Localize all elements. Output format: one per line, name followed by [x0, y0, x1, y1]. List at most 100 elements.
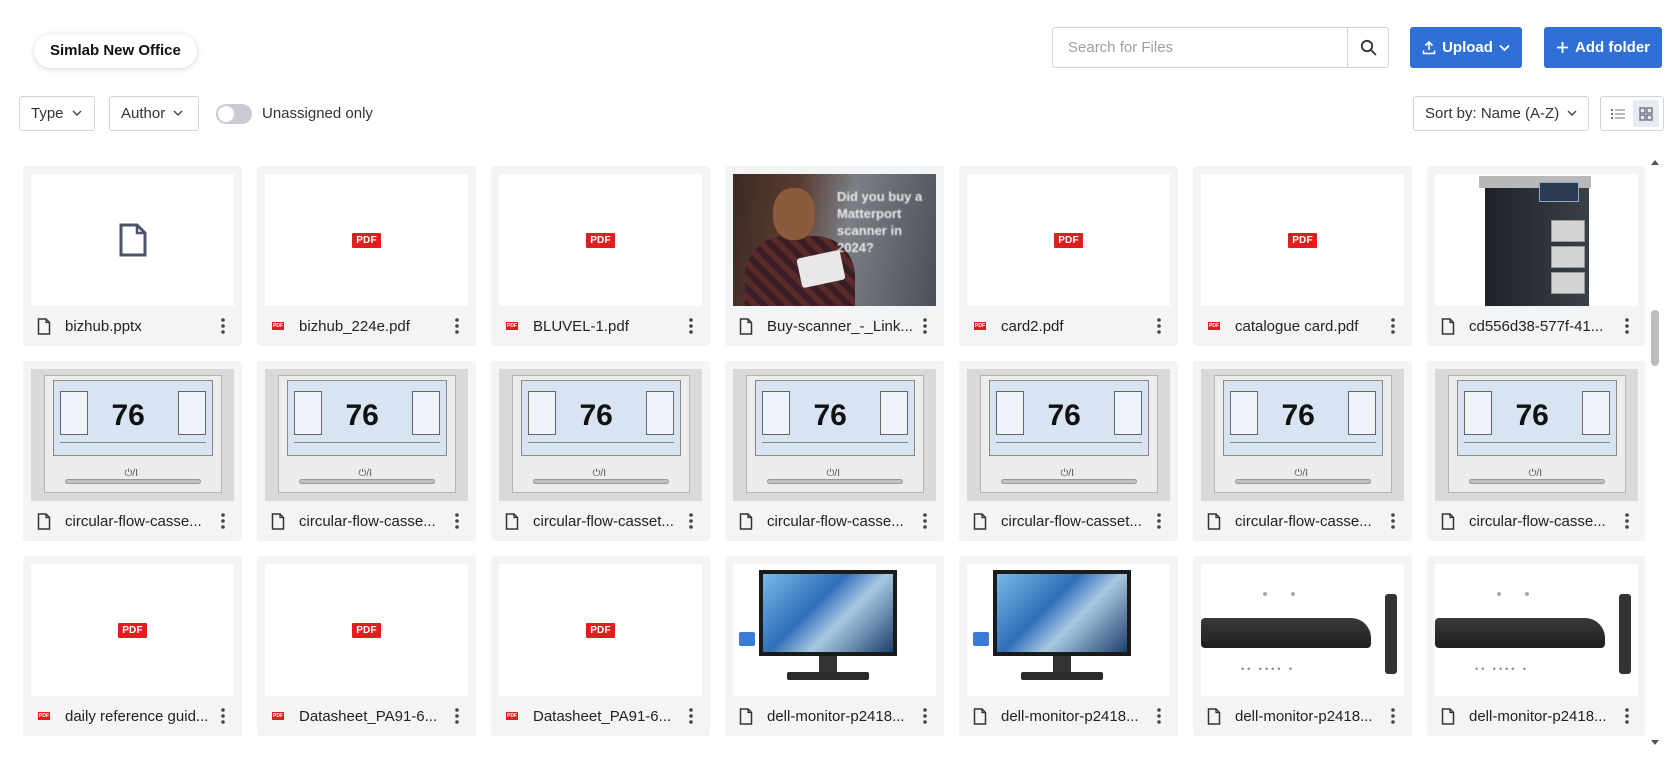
- file-thumbnail: Did you buy a Matterport scanner in 2024…: [733, 174, 936, 306]
- chevron-down-icon: [1567, 110, 1577, 116]
- file-card-footer: PDF daily reference guid...: [23, 696, 242, 736]
- more-options-icon[interactable]: [1148, 703, 1170, 729]
- more-options-icon[interactable]: [212, 508, 234, 534]
- file-thumbnail: PDF: [265, 564, 468, 696]
- file-card[interactable]: 76 ⏻/I circular-flow-casse...: [23, 361, 242, 541]
- thumbnail-image: [1435, 174, 1638, 306]
- file-thumbnail: 76 ⏻/I: [1201, 369, 1404, 501]
- add-folder-button[interactable]: Add folder: [1544, 27, 1662, 68]
- file-card[interactable]: cd556d38-577f-41...: [1427, 166, 1645, 346]
- thumbnail-image: •• •••• •: [1435, 564, 1638, 696]
- file-card[interactable]: dell-monitor-p2418...: [959, 556, 1178, 736]
- file-card[interactable]: PDF PDF card2.pdf: [959, 166, 1178, 346]
- search-input[interactable]: [1053, 28, 1347, 67]
- file-card[interactable]: 76 ⏻/I circular-flow-casse...: [257, 361, 476, 541]
- upload-button[interactable]: Upload: [1410, 27, 1522, 68]
- document-icon: [1439, 512, 1457, 530]
- file-card[interactable]: PDF PDF Datasheet_PA91-6...: [257, 556, 476, 736]
- file-card-footer: dell-monitor-p2418...: [725, 696, 944, 736]
- file-thumbnail: 76 ⏻/I: [733, 369, 936, 501]
- scroll-down-arrow[interactable]: [1651, 740, 1659, 745]
- document-icon: [503, 512, 521, 530]
- document-icon: [737, 512, 755, 530]
- scroll-up-arrow[interactable]: [1651, 160, 1659, 165]
- file-card[interactable]: Did you buy a Matterport scanner in 2024…: [725, 166, 944, 346]
- file-card-footer: bizhub.pptx: [23, 306, 242, 346]
- list-view-button[interactable]: [1605, 100, 1631, 127]
- upload-label: Upload: [1442, 39, 1493, 56]
- pdf-file-icon: PDF: [272, 322, 284, 330]
- file-card[interactable]: 76 ⏻/I circular-flow-casset...: [491, 361, 710, 541]
- file-card[interactable]: 76 ⏻/I circular-flow-casse...: [1427, 361, 1645, 541]
- more-options-icon[interactable]: [1148, 508, 1170, 534]
- file-card[interactable]: 76 ⏻/I circular-flow-casset...: [959, 361, 1178, 541]
- file-card[interactable]: PDF PDF daily reference guid...: [23, 556, 242, 736]
- more-options-icon[interactable]: [680, 703, 702, 729]
- document-icon: [1439, 317, 1457, 335]
- file-name: BLUVEL-1.pdf: [533, 317, 629, 335]
- more-options-icon[interactable]: [446, 703, 468, 729]
- file-card[interactable]: •• •••• • dell-monitor-p2418...: [1427, 556, 1645, 736]
- more-options-icon[interactable]: [914, 313, 936, 339]
- file-thumbnail: PDF: [265, 174, 468, 306]
- file-name: circular-flow-casse...: [1469, 512, 1606, 530]
- file-thumbnail: •• •••• •: [1435, 564, 1638, 696]
- file-thumbnail: [31, 174, 234, 306]
- grid-view-button[interactable]: [1633, 100, 1659, 127]
- file-card[interactable]: PDF PDF BLUVEL-1.pdf: [491, 166, 710, 346]
- project-chip[interactable]: Simlab New Office: [34, 34, 197, 68]
- more-options-icon[interactable]: [1616, 508, 1638, 534]
- file-thumbnail: PDF: [499, 564, 702, 696]
- scrollbar-thumb[interactable]: [1651, 310, 1659, 366]
- file-card[interactable]: PDF PDF bizhub_224e.pdf: [257, 166, 476, 346]
- author-filter-label: Author: [121, 105, 166, 122]
- file-thumbnail: 76 ⏻/I: [1435, 369, 1638, 501]
- file-name: circular-flow-casse...: [299, 512, 436, 530]
- sort-dropdown[interactable]: Sort by: Name (A-Z): [1413, 96, 1589, 131]
- more-options-icon[interactable]: [914, 508, 936, 534]
- search-button[interactable]: [1347, 28, 1388, 67]
- file-name: circular-flow-casset...: [533, 512, 674, 530]
- more-options-icon[interactable]: [1616, 313, 1638, 339]
- file-card-footer: dell-monitor-p2418...: [959, 696, 1178, 736]
- pdf-file-icon: PDF: [506, 712, 518, 720]
- file-card[interactable]: 76 ⏻/I circular-flow-casse...: [1193, 361, 1412, 541]
- more-options-icon[interactable]: [212, 703, 234, 729]
- file-card[interactable]: dell-monitor-p2418...: [725, 556, 944, 736]
- document-icon: [971, 707, 989, 725]
- more-options-icon[interactable]: [1382, 508, 1404, 534]
- file-name: card2.pdf: [1001, 317, 1064, 335]
- file-card-footer: circular-flow-casse...: [725, 501, 944, 541]
- more-options-icon[interactable]: [1616, 703, 1638, 729]
- file-card[interactable]: PDF PDF Datasheet_PA91-6...: [491, 556, 710, 736]
- file-card[interactable]: •• •••• • dell-monitor-p2418...: [1193, 556, 1412, 736]
- file-card-footer: PDF Datasheet_PA91-6...: [491, 696, 710, 736]
- type-filter[interactable]: Type: [19, 96, 95, 131]
- file-name: Datasheet_PA91-6...: [299, 707, 438, 725]
- file-card-footer: PDF Datasheet_PA91-6...: [257, 696, 476, 736]
- type-filter-label: Type: [31, 105, 64, 122]
- author-filter[interactable]: Author: [109, 96, 199, 131]
- more-options-icon[interactable]: [446, 508, 468, 534]
- file-card[interactable]: bizhub.pptx: [23, 166, 242, 346]
- more-options-icon[interactable]: [212, 313, 234, 339]
- more-options-icon[interactable]: [680, 313, 702, 339]
- thumbnail-image: 76 ⏻/I: [1435, 369, 1638, 501]
- unassigned-toggle[interactable]: [216, 104, 252, 124]
- more-options-icon[interactable]: [1382, 703, 1404, 729]
- file-card[interactable]: PDF PDF catalogue card.pdf: [1193, 166, 1412, 346]
- vertical-scrollbar[interactable]: [1650, 160, 1660, 745]
- more-options-icon[interactable]: [446, 313, 468, 339]
- file-icon: [119, 223, 146, 257]
- more-options-icon[interactable]: [1148, 313, 1170, 339]
- more-options-icon[interactable]: [914, 703, 936, 729]
- more-options-icon[interactable]: [680, 508, 702, 534]
- thermostat-temp: 76: [813, 399, 847, 432]
- pdf-file-icon: PDF: [506, 322, 518, 330]
- more-options-icon[interactable]: [1382, 313, 1404, 339]
- pdf-badge-icon: PDF: [352, 232, 381, 248]
- file-card[interactable]: 76 ⏻/I circular-flow-casse...: [725, 361, 944, 541]
- file-name: circular-flow-casse...: [65, 512, 202, 530]
- file-card-footer: dell-monitor-p2418...: [1427, 696, 1645, 736]
- pdf-file-icon: PDF: [38, 712, 50, 720]
